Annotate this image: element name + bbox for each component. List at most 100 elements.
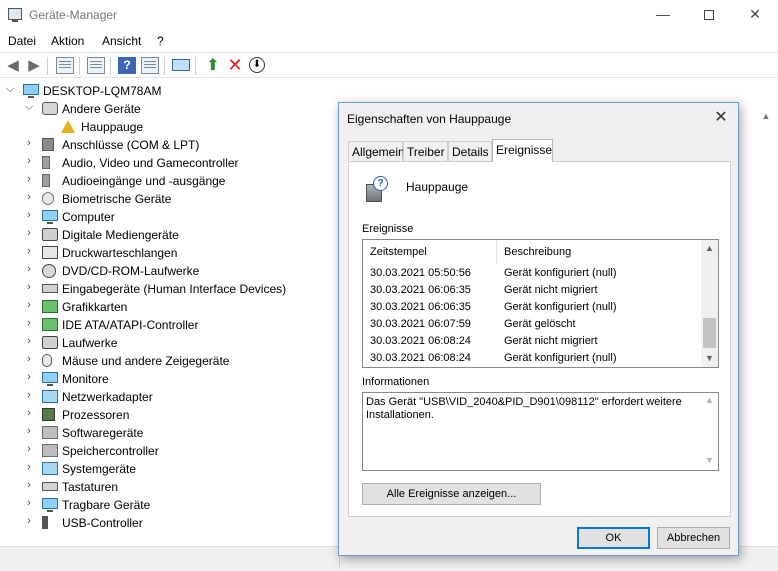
collapse-icon[interactable]: ⌵ [24, 101, 34, 114]
tree-category[interactable]: › Softwaregeräte [0, 424, 338, 442]
tree-category[interactable]: › Monitore [0, 370, 338, 388]
uninstall-icon[interactable]: ✕ [226, 56, 244, 74]
tree-category-label: Computer [62, 210, 115, 224]
expand-icon[interactable]: › [24, 227, 34, 239]
event-row[interactable]: 30.03.2021 06:06:35 Gerät nicht migriert [363, 282, 701, 299]
info-scrollbar[interactable]: ▲ ▼ [701, 393, 718, 470]
minimize-button[interactable]: — [640, 0, 686, 30]
menu-aktion[interactable]: Aktion [51, 34, 84, 48]
ok-button[interactable]: OK [577, 527, 650, 549]
forward-arrow-icon[interactable]: ▶ [25, 57, 43, 74]
view-icon[interactable] [141, 57, 159, 74]
column-divider[interactable] [496, 240, 497, 264]
tree-category[interactable]: › Computer [0, 208, 338, 226]
all-events-button[interactable]: Alle Ereignisse anzeigen... [362, 483, 541, 505]
expand-icon[interactable]: › [24, 407, 34, 419]
scroll-down-icon[interactable]: ▼ [701, 350, 718, 367]
tree-category[interactable]: › Tastaturen [0, 478, 338, 496]
expand-icon[interactable]: › [24, 245, 34, 257]
expand-icon[interactable]: › [24, 137, 34, 149]
tree-category[interactable]: › Prozessoren [0, 406, 338, 424]
expand-icon[interactable]: › [24, 389, 34, 401]
tab-ereignisse[interactable]: Ereignisse [492, 139, 553, 162]
tab-allgemein[interactable]: Allgemein [348, 141, 405, 161]
tree-category[interactable]: › Audio, Video und Gamecontroller [0, 154, 338, 172]
tree-category[interactable]: › Druckwarteschlangen [0, 244, 338, 262]
expand-icon[interactable]: › [24, 335, 34, 347]
toolbar-overflow-icon[interactable]: ▲ [760, 111, 772, 125]
tree-category-label: Anschlüsse (COM & LPT) [62, 138, 200, 152]
tree-group-other[interactable]: ⌵ Andere Geräte [0, 100, 338, 118]
tree-category-label: Audio, Video und Gamecontroller [62, 156, 239, 170]
tree-category[interactable]: › USB-Controller [0, 514, 338, 532]
expand-icon[interactable]: › [24, 299, 34, 311]
tree-category[interactable]: › Audioeingänge und -ausgänge [0, 172, 338, 190]
tree-category[interactable]: › Laufwerke [0, 334, 338, 352]
menu-help[interactable]: ? [157, 34, 164, 48]
maximize-button[interactable] [686, 0, 732, 30]
event-row[interactable]: 30.03.2021 05:50:56 Gerät konfiguriert (n… [363, 265, 701, 282]
event-row[interactable]: 30.03.2021 06:08:24 Gerät nicht migriert [363, 333, 701, 350]
tree-category[interactable]: › Grafikkarten [0, 298, 338, 316]
expand-icon[interactable]: › [24, 191, 34, 203]
tree-category[interactable]: › Systemgeräte [0, 460, 338, 478]
expand-icon[interactable]: › [24, 209, 34, 221]
expand-icon[interactable]: › [24, 425, 34, 437]
expand-icon[interactable]: › [24, 317, 34, 329]
expand-icon[interactable]: › [24, 461, 34, 473]
tree-category[interactable]: › Netzwerkadapter [0, 388, 338, 406]
scroll-up-icon[interactable]: ▲ [701, 395, 718, 405]
expand-icon[interactable]: › [24, 155, 34, 167]
event-row[interactable]: 30.03.2021 06:07:59 Gerät gelöscht [363, 316, 701, 333]
tree-category[interactable]: › Digitale Mediengeräte [0, 226, 338, 244]
scan-hardware-icon[interactable] [172, 59, 190, 71]
update-driver-icon[interactable]: ⬆ [204, 57, 222, 74]
tree-category[interactable]: › Tragbare Geräte [0, 496, 338, 514]
tree-category[interactable]: › DVD/CD-ROM-Laufwerke [0, 262, 338, 280]
expand-icon[interactable]: › [24, 443, 34, 455]
scrollbar-thumb[interactable] [703, 318, 716, 348]
event-row[interactable]: 30.03.2021 06:06:35 Gerät konfiguriert (n… [363, 299, 701, 316]
disable-icon[interactable]: ⬇ [249, 57, 265, 73]
column-header-timestamp[interactable]: Zeitstempel [370, 246, 427, 258]
device-name: Hauppauge [406, 180, 469, 194]
expand-icon[interactable]: › [24, 479, 34, 491]
printer-icon [42, 246, 58, 259]
event-row[interactable]: 30.03.2021 06:08:24 Gerät konfiguriert (n… [363, 350, 701, 367]
properties-icon[interactable] [87, 57, 105, 74]
tree-item-hauppauge[interactable]: Hauppauge [0, 118, 338, 136]
tree-root[interactable]: ⌵ DESKTOP-LQM78AM [0, 82, 338, 100]
scroll-up-icon[interactable]: ▲ [701, 240, 718, 257]
close-button[interactable]: ✕ [732, 0, 778, 30]
menu-ansicht[interactable]: Ansicht [102, 34, 141, 48]
expand-icon[interactable]: › [24, 281, 34, 293]
tree-category[interactable]: › Speichercontroller [0, 442, 338, 460]
expand-icon[interactable]: › [24, 353, 34, 365]
expand-icon[interactable]: › [24, 371, 34, 383]
scroll-down-icon[interactable]: ▼ [701, 455, 718, 465]
expand-icon[interactable]: › [24, 515, 34, 527]
unknown-device-icon [42, 102, 58, 115]
tree-category[interactable]: › Biometrische Geräte [0, 190, 338, 208]
info-textbox[interactable]: Das Gerät "USB\VID_2040&PID_D901\098112"… [362, 392, 719, 471]
help-icon[interactable]: ? [118, 57, 136, 74]
tree-category[interactable]: › Eingabegeräte (Human Interface Devices) [0, 280, 338, 298]
show-hide-icon[interactable] [56, 57, 74, 74]
menu-datei[interactable]: Datei [8, 34, 36, 48]
tab-details[interactable]: Details [448, 141, 492, 161]
dialog-close-icon[interactable]: ✕ [707, 107, 735, 129]
tree-category[interactable]: › Anschlüsse (COM & LPT) [0, 136, 338, 154]
expand-icon[interactable]: › [24, 497, 34, 509]
tree-category[interactable]: › Mäuse und andere Zeigegeräte [0, 352, 338, 370]
collapse-icon[interactable]: ⌵ [5, 83, 15, 96]
expand-icon[interactable]: › [24, 263, 34, 275]
back-arrow-icon[interactable]: ◀ [4, 57, 22, 74]
tab-treiber[interactable]: Treiber [403, 141, 448, 161]
events-scrollbar[interactable]: ▲ ▼ [701, 240, 718, 367]
expand-icon[interactable]: › [24, 173, 34, 185]
toolbar-separator [195, 57, 196, 75]
events-list[interactable]: Zeitstempel Beschreibung 30.03.2021 05:5… [362, 239, 719, 368]
column-header-description[interactable]: Beschreibung [504, 246, 571, 258]
cancel-button[interactable]: Abbrechen [657, 527, 730, 549]
tree-category[interactable]: › IDE ATA/ATAPI-Controller [0, 316, 338, 334]
